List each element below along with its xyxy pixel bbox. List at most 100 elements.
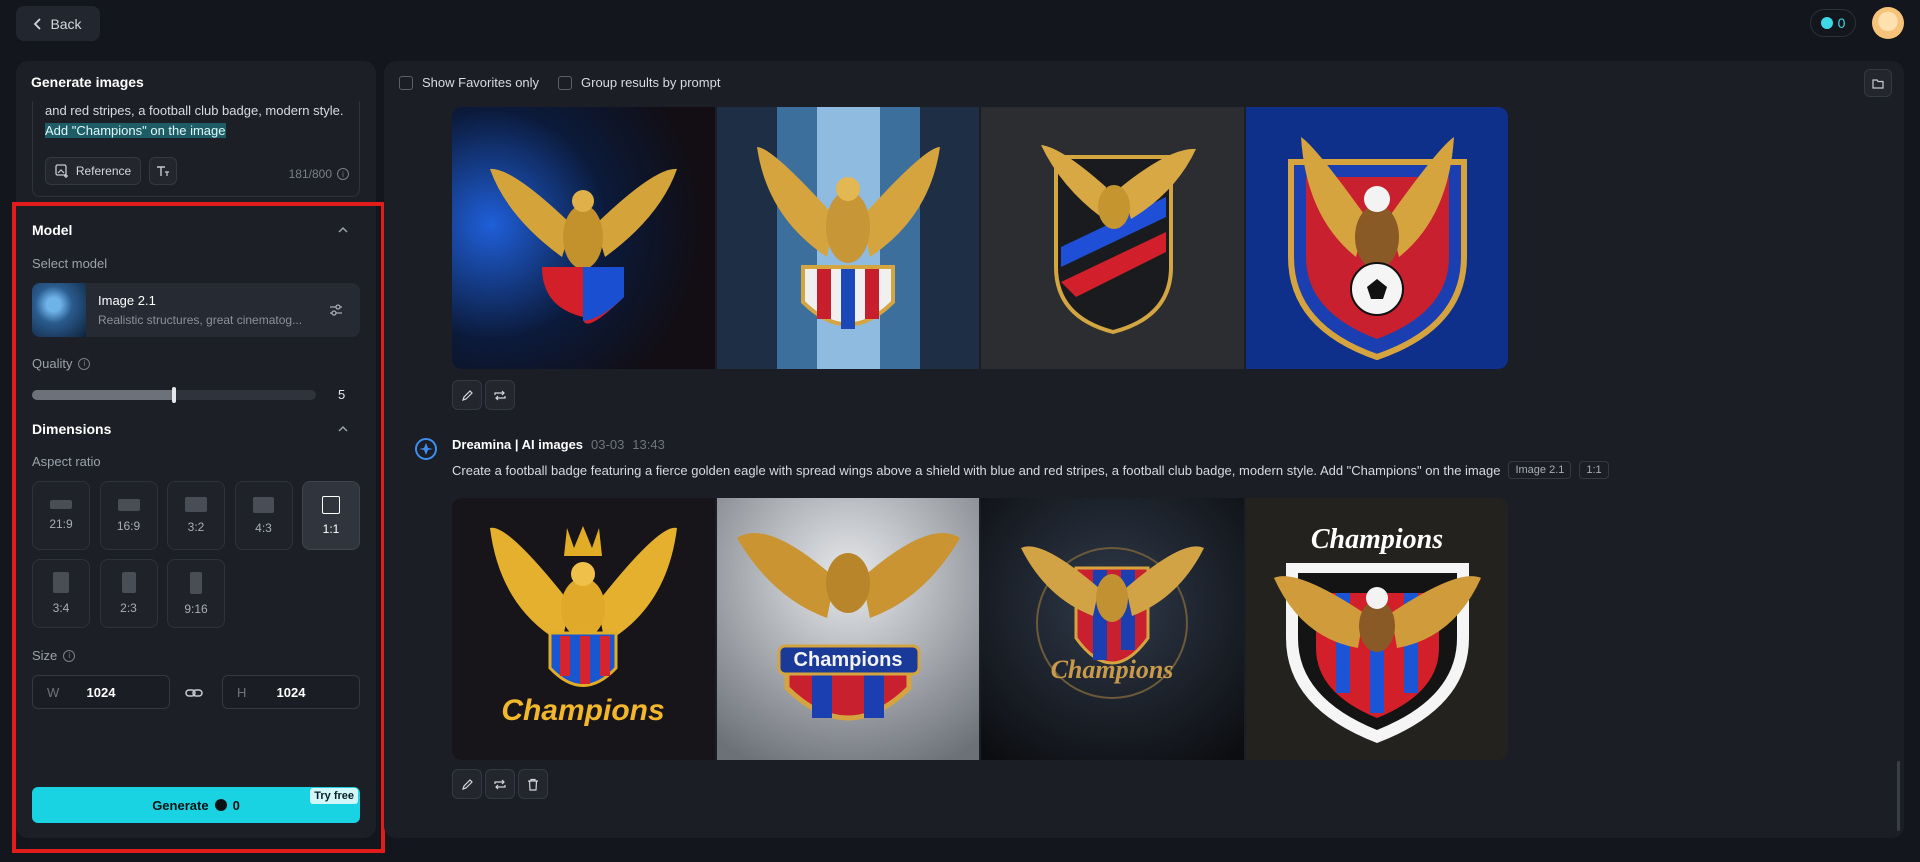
- favorites-filter[interactable]: Show Favorites only: [399, 75, 539, 90]
- height-input[interactable]: H 1024: [222, 675, 360, 709]
- dreamina-logo-icon: [415, 438, 437, 460]
- aspect-ratio-label: 4:3: [255, 520, 272, 535]
- generated-image[interactable]: [1245, 107, 1508, 369]
- aspect-ratio-2-3[interactable]: 2:3: [99, 559, 158, 628]
- try-free-badge: Try free: [310, 788, 358, 804]
- sliders-icon[interactable]: [328, 302, 344, 318]
- scrollbar[interactable]: [1897, 761, 1900, 831]
- model-section-title: Model: [32, 222, 73, 238]
- quality-text: Quality: [32, 356, 73, 371]
- quality-slider-handle[interactable]: [172, 387, 176, 403]
- image-batch-1: [452, 107, 1508, 369]
- aspect-ratio-shape-icon: [190, 571, 202, 594]
- delete-button[interactable]: [518, 769, 548, 799]
- top-bar: Back 0: [0, 0, 1920, 46]
- info-icon[interactable]: i: [78, 357, 91, 370]
- avatar[interactable]: [1872, 7, 1904, 39]
- aspect-ratio-label: 16:9: [116, 518, 141, 533]
- model-thumbnail: [32, 283, 86, 337]
- char-count-text: 181/800: [288, 167, 332, 181]
- regenerate-button[interactable]: [485, 380, 515, 410]
- size-text: Size: [32, 648, 58, 663]
- aspect-ratio-1-1[interactable]: 1:1: [302, 481, 360, 550]
- aspect-ratio-label: 3:4: [52, 601, 70, 615]
- generated-image[interactable]: Champions: [716, 498, 979, 760]
- chevron-left-icon: [34, 17, 42, 30]
- generated-image[interactable]: [716, 107, 979, 369]
- width-value: 1024: [86, 685, 116, 700]
- back-label: Back: [50, 15, 82, 32]
- badge-champions-text: Champions: [793, 649, 902, 671]
- group-filter[interactable]: Group results by prompt: [558, 75, 720, 90]
- badge-champions-text: Champions: [501, 694, 664, 727]
- eagle-badge-image: [981, 107, 1244, 369]
- select-model-label: Select model: [32, 256, 107, 271]
- aspect-ratio-label: Aspect ratio: [32, 454, 101, 469]
- quality-value: 5: [338, 387, 346, 402]
- eagle-badge-image: [452, 107, 715, 369]
- aspect-ratio-3-4[interactable]: 3:4: [32, 559, 90, 628]
- edit-button[interactable]: [452, 380, 482, 410]
- info-icon[interactable]: i: [337, 168, 349, 180]
- aspect-ratio-label: 3:2: [187, 520, 205, 534]
- text-style-button[interactable]: [149, 157, 177, 185]
- aspect-ratio-shape-icon: [50, 500, 72, 509]
- aspect-ratio-3-2[interactable]: 3:2: [167, 481, 225, 550]
- back-button[interactable]: Back: [16, 6, 100, 41]
- text-icon: [157, 166, 169, 176]
- eagle-badge-image: Champions: [1245, 498, 1508, 760]
- generated-image[interactable]: Champions: [452, 498, 715, 760]
- ratio-tag[interactable]: 1:1: [1579, 461, 1609, 479]
- prompt-visible-text: and red stripes, a football club badge, …: [45, 103, 344, 118]
- trash-icon: [528, 778, 538, 791]
- favorites-checkbox[interactable]: [399, 75, 413, 90]
- badge-champions-text: Champions: [1310, 524, 1442, 555]
- group-checkbox[interactable]: [558, 75, 572, 90]
- aspect-ratio-shape-icon: [121, 572, 136, 593]
- width-input[interactable]: W 1024: [32, 675, 170, 709]
- aspect-ratio-9-16[interactable]: 9:16: [167, 559, 225, 628]
- repeat-icon: [494, 779, 506, 789]
- reference-label: Reference: [75, 164, 132, 178]
- generated-image[interactable]: Champions: [981, 498, 1244, 760]
- eagle-badge-image: [716, 107, 979, 369]
- quality-slider-fill: [32, 390, 174, 400]
- prompt-highlighted-text: Add "Champions" on the image: [45, 123, 226, 138]
- credits-badge[interactable]: 0: [1810, 9, 1856, 37]
- favorites-label: Show Favorites only: [422, 75, 540, 90]
- model-selector[interactable]: Image 2.1 Realistic structures, great ci…: [32, 283, 360, 337]
- generation-date: 03-03: [591, 437, 625, 452]
- aspect-ratio-4-3[interactable]: 4:3: [234, 481, 293, 550]
- link-icon[interactable]: [185, 684, 203, 702]
- regenerate-button[interactable]: [485, 769, 515, 799]
- group-label: Group results by prompt: [581, 75, 721, 90]
- generation-prompt[interactable]: Create a football badge featuring a fier…: [452, 461, 1609, 479]
- aspect-ratio-label: 1:1: [322, 521, 340, 536]
- aspect-ratio-16-9[interactable]: 16:9: [99, 481, 158, 550]
- generated-image[interactable]: [981, 107, 1244, 369]
- eagle-badge-image: Champions: [981, 498, 1244, 760]
- chevron-up-icon[interactable]: [338, 424, 348, 434]
- model-tag[interactable]: Image 2.1: [1508, 461, 1572, 479]
- aspect-ratio-shape-icon: [53, 572, 69, 593]
- results-panel: Show Favorites only Group results by pro…: [384, 61, 1904, 838]
- aspect-ratio-label: 2:3: [120, 601, 137, 615]
- chevron-up-icon[interactable]: [338, 225, 348, 235]
- aspect-ratio-text: Aspect ratio: [32, 454, 101, 469]
- generated-image[interactable]: Champions: [1245, 498, 1508, 760]
- aspect-ratio-21-9[interactable]: 21:9: [32, 481, 90, 550]
- reference-button[interactable]: Reference: [45, 157, 141, 185]
- generate-button[interactable]: Generate 0 Try free: [32, 787, 360, 823]
- info-icon[interactable]: i: [63, 649, 76, 662]
- aspect-ratio-label: 9:16: [184, 601, 208, 616]
- generated-image[interactable]: [452, 107, 715, 369]
- prompt-input[interactable]: and red stripes, a football club badge, …: [32, 101, 360, 197]
- prompt-text[interactable]: and red stripes, a football club badge, …: [45, 101, 345, 141]
- credit-coin-icon: [1820, 17, 1833, 29]
- quality-label: Quality i: [32, 356, 91, 371]
- edit-button[interactable]: [452, 769, 482, 799]
- pencil-icon: [461, 389, 473, 401]
- select-model-text: Select model: [32, 256, 108, 271]
- folder-button[interactable]: [1864, 69, 1892, 97]
- quality-slider[interactable]: [32, 387, 316, 403]
